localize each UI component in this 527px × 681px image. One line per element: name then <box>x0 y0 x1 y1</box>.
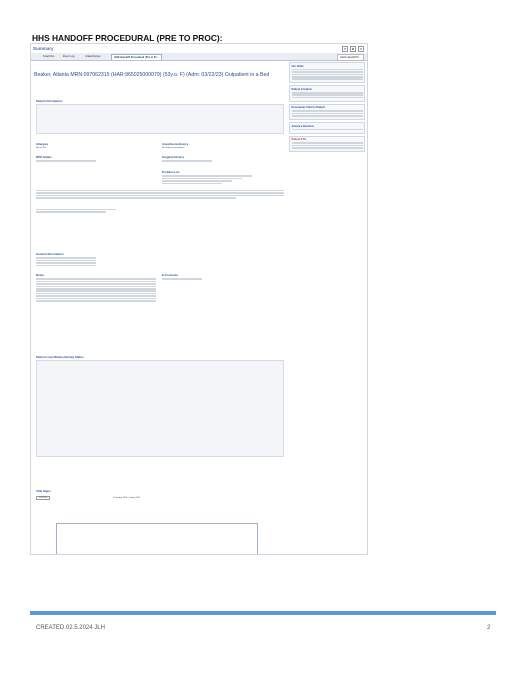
section-heading: NPO Status <box>36 155 52 159</box>
patient-info-section: Patient Information <box>36 99 284 134</box>
patient-header: Beaker, Atlanta MRN:097062315 (HAR:96502… <box>34 72 270 78</box>
page-number: 2 <box>487 625 491 631</box>
card-documents: Documents Filed to Patient <box>289 103 365 120</box>
problem-list-section: Problem List <box>162 170 282 185</box>
lines-section: Patient Lines/Drains/Airway Status <box>36 355 284 457</box>
npo-section: NPO Status <box>36 155 156 163</box>
consents-section: E-Consents <box>162 273 282 281</box>
card-patient-fyi: Patient FYIs <box>289 135 365 153</box>
main-panel: Beaker, Atlanta MRN:097062315 (HAR:96502… <box>34 62 286 554</box>
footer-created: CREATED 02.5.2024 JLH <box>36 625 105 631</box>
section-heading: Surgical History <box>162 155 185 159</box>
misc-block <box>36 208 284 214</box>
tab-hhs-handoff-dropdown[interactable]: HHS Handoff Pr... <box>337 54 364 61</box>
refresh-icon[interactable]: ⟳ <box>342 46 348 52</box>
close-icon[interactable]: ✕ <box>358 46 364 52</box>
tab-bar: SnapShot Event Log Intake/Output HHS Han… <box>31 53 367 61</box>
notes-section: Notes <box>36 273 156 302</box>
card-heading: Advance Directive <box>291 124 315 128</box>
summary-label: Summary <box>33 46 54 51</box>
section-heading: Problem List <box>162 170 180 174</box>
vitals-date[interactable]: 5/8/2024 <box>36 495 51 501</box>
window-controls: ⟳ ⚙ ✕ <box>342 46 364 52</box>
screenshot: Summary ⟳ ⚙ ✕ SnapShot Event Log Intake/… <box>30 43 368 555</box>
section-heading: Notes <box>36 273 45 277</box>
lines-table <box>36 359 284 457</box>
vitals-section: Vital Signs 5/8/2024 Yesterday 2200 - To… <box>36 489 284 501</box>
section-heading: Vital Signs <box>36 489 51 493</box>
anesthesia-section: Anesthesia History No history of anesthe… <box>162 142 282 149</box>
general-info-section: General Information <box>36 252 284 267</box>
card-heading: Documents Filed to Patient <box>291 106 325 110</box>
anesthesia-value: No history of anesthesia <box>162 146 185 149</box>
card-heading: Patient Contacts <box>291 87 312 91</box>
card-last-vitals: Our Vitals <box>289 62 365 84</box>
vitals-summary-block <box>36 189 284 199</box>
document-title: HHS HANDOFF PROCEDURAL (PRE TO PROC): <box>32 33 223 43</box>
card-heading: Our Vitals <box>291 64 304 68</box>
side-panel: Our Vitals Patient Contacts Documents Fi… <box>289 62 365 552</box>
tab-event-log[interactable]: Event Log <box>61 54 77 59</box>
card-patient-contacts: Patient Contacts <box>289 85 365 102</box>
tab-snapshot[interactable]: SnapShot <box>41 54 56 59</box>
card-advance-directive: Advance Directive <box>289 122 365 134</box>
tab-hhs-handoff[interactable]: HHS Handoff Procedural (Pre to Pr... <box>111 54 162 60</box>
section-heading: E-Consents <box>162 273 179 277</box>
allergies-section: Allergies Not on File <box>36 142 156 149</box>
vitals-grid <box>56 523 258 554</box>
tab-intake-output[interactable]: Intake/Output <box>83 54 103 59</box>
patient-info-table <box>36 103 284 134</box>
footer-bar <box>30 611 496 615</box>
card-heading: Patient FYIs <box>291 138 307 142</box>
section-heading: General Information <box>36 252 64 256</box>
gear-icon[interactable]: ⚙ <box>350 46 356 52</box>
vitals-range: Yesterday 2200 - Today 1959 <box>113 496 141 499</box>
allergies-value: Not on File <box>36 146 47 149</box>
surgical-section: Surgical History <box>162 155 282 163</box>
